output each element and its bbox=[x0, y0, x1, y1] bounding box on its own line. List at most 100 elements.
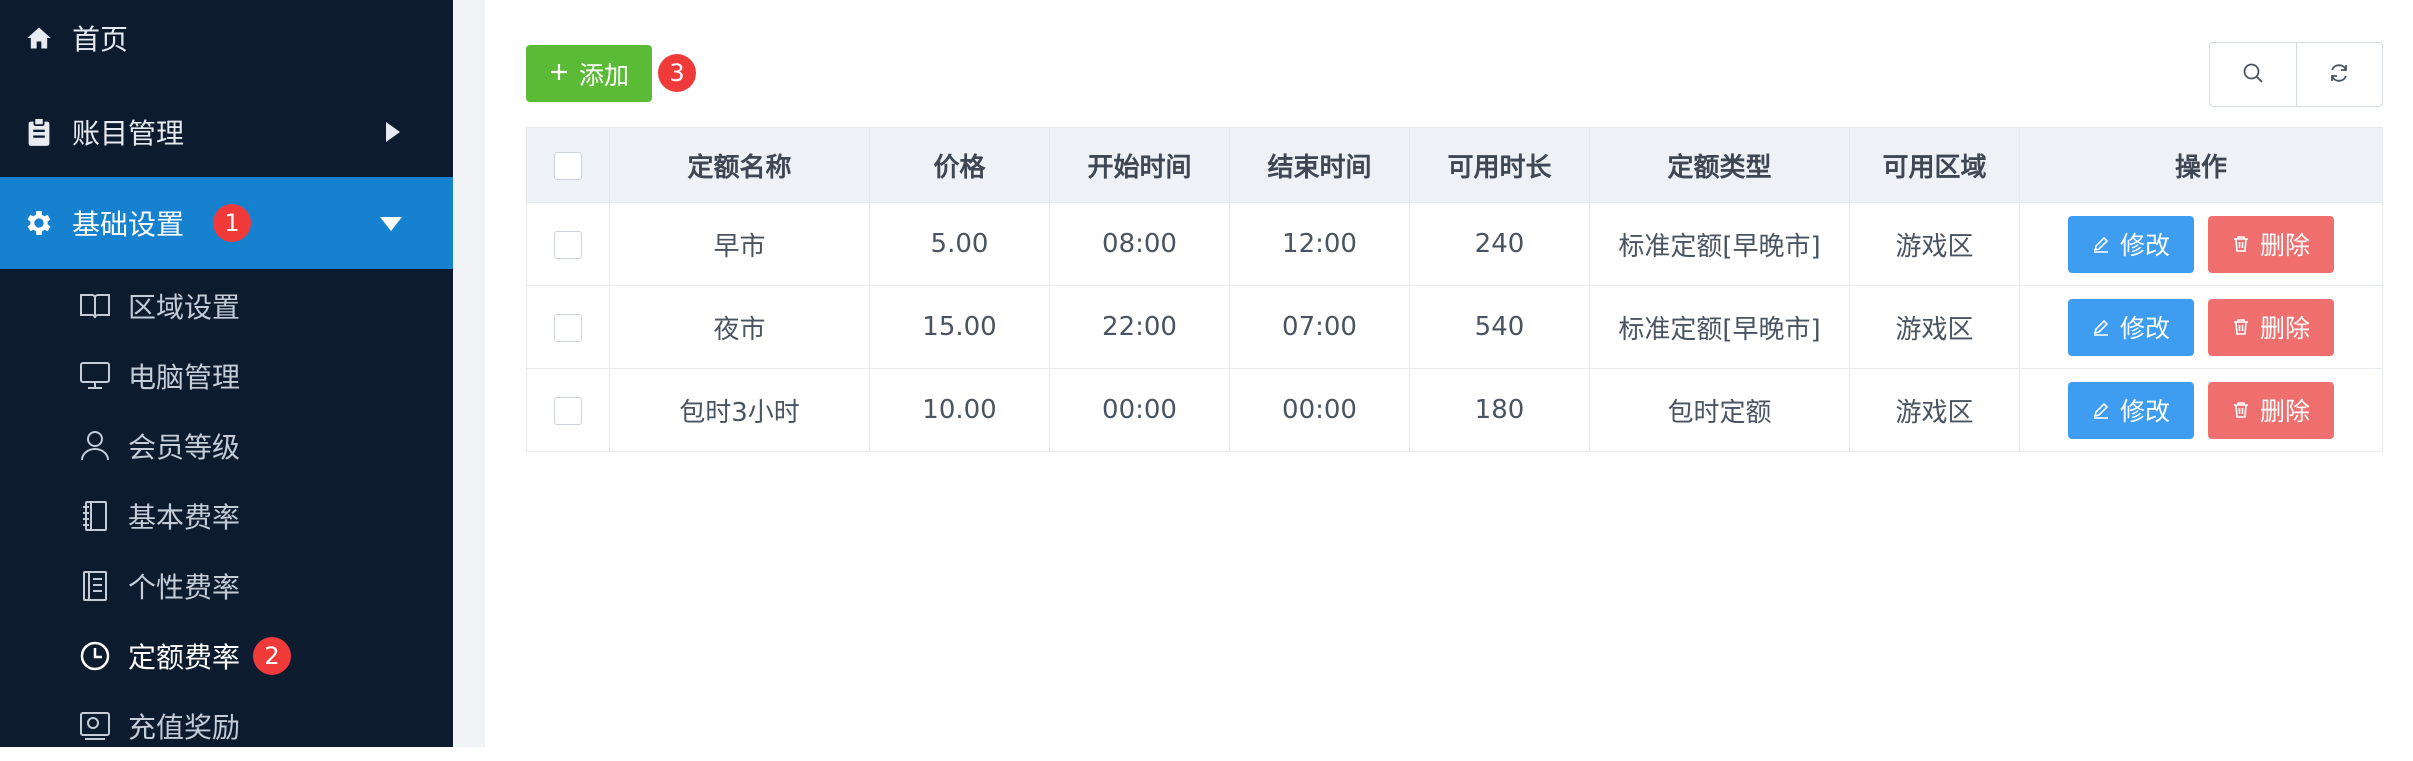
clipboard-icon bbox=[22, 115, 56, 149]
table-tools bbox=[2209, 42, 2383, 107]
delete-button-label: 删除 bbox=[2259, 397, 2310, 426]
table-cell: 标准定额[早晚市] bbox=[1589, 285, 1850, 369]
column-header[interactable]: 定额类型 bbox=[1589, 127, 1850, 203]
table-cell: 08:00 bbox=[1049, 202, 1230, 286]
column-header[interactable]: 定额名称 bbox=[609, 127, 870, 203]
notebook-icon bbox=[78, 499, 112, 533]
table-cell: 游戏区 bbox=[1849, 368, 2020, 452]
actions-cell: 修改 删除 bbox=[2019, 202, 2383, 286]
sidebar-item-label: 首页 bbox=[72, 23, 129, 56]
sidebar-subitem-recharge-reward[interactable]: 充值奖励 bbox=[0, 691, 453, 761]
row-checkbox[interactable] bbox=[554, 396, 582, 425]
home-icon bbox=[22, 21, 56, 55]
add-button-label: 添加 bbox=[578, 60, 629, 90]
trash-icon bbox=[2232, 313, 2250, 342]
table-cell: 包时定额 bbox=[1589, 368, 1850, 452]
refresh-button[interactable] bbox=[2295, 43, 2383, 106]
table-cell: 07:00 bbox=[1229, 285, 1410, 369]
row-select-cell bbox=[526, 368, 610, 452]
search-button[interactable] bbox=[2210, 43, 2296, 106]
column-header[interactable]: 价格 bbox=[869, 127, 1050, 203]
user-icon bbox=[78, 429, 112, 463]
table-cell: 180 bbox=[1409, 368, 1590, 452]
edit-button-label: 修改 bbox=[2119, 231, 2170, 260]
rate-table: 定额名称 价格 开始时间 结束时间 可用时长 定额类型 可用区域 操作 早市 5… bbox=[526, 127, 2383, 452]
table-header-row: 定额名称 价格 开始时间 结束时间 可用时长 定额类型 可用区域 操作 bbox=[526, 127, 2383, 203]
table-cell: 00:00 bbox=[1229, 368, 1410, 452]
sidebar-subitem-label: 充值奖励 bbox=[128, 711, 241, 744]
edit-button[interactable]: 修改 bbox=[2068, 215, 2194, 273]
sidebar-subitem-member-levels[interactable]: 会员等级 bbox=[0, 411, 453, 481]
table-cell: 5.00 bbox=[869, 202, 1050, 286]
plus-icon bbox=[549, 59, 569, 88]
sidebar-subitem-label: 会员等级 bbox=[128, 431, 241, 464]
edit-button[interactable]: 修改 bbox=[2068, 298, 2194, 356]
sidebar-item-accounts[interactable]: 账目管理 bbox=[0, 86, 453, 178]
row-select-cell bbox=[526, 285, 610, 369]
sidebar-subitem-label: 区域设置 bbox=[128, 291, 241, 324]
table-cell: 00:00 bbox=[1049, 368, 1230, 452]
table-cell: 240 bbox=[1409, 202, 1590, 286]
clock-icon bbox=[78, 639, 112, 673]
edit-button[interactable]: 修改 bbox=[2068, 381, 2194, 439]
sidebar-subitem-fixed-rate[interactable]: 定额费率 2 bbox=[0, 621, 453, 691]
column-header[interactable]: 可用区域 bbox=[1849, 127, 2020, 203]
sidebar: 首页 账目管理 基础设置 1 区域设置 电脑管理 会员等级 基本费率 个性费率 … bbox=[0, 0, 453, 747]
table-row: 包时3小时 10.00 00:00 00:00 180 包时定额 游戏区 修改 … bbox=[526, 368, 2383, 452]
table-cell: 游戏区 bbox=[1849, 202, 2020, 286]
sidebar-subitem-label: 定额费率 bbox=[128, 641, 241, 674]
monitor-icon bbox=[78, 359, 112, 393]
table-cell: 15.00 bbox=[869, 285, 1050, 369]
table-cell: 10.00 bbox=[869, 368, 1050, 452]
add-button[interactable]: 添加 bbox=[526, 45, 652, 102]
column-header[interactable]: 开始时间 bbox=[1049, 127, 1230, 203]
table-cell: 22:00 bbox=[1049, 285, 1230, 369]
row-checkbox[interactable] bbox=[554, 313, 582, 342]
sidebar-item-home[interactable]: 首页 bbox=[0, 0, 453, 84]
table-cell: 包时3小时 bbox=[609, 368, 870, 452]
book-icon bbox=[78, 289, 112, 323]
pencil-icon bbox=[2092, 230, 2110, 259]
sidebar-gutter bbox=[453, 0, 485, 747]
delete-button[interactable]: 删除 bbox=[2208, 381, 2334, 439]
gear-icon bbox=[22, 206, 56, 240]
sidebar-item-basic-settings[interactable]: 基础设置 1 bbox=[0, 177, 453, 269]
search-icon bbox=[2242, 62, 2264, 88]
select-all-checkbox[interactable] bbox=[554, 151, 582, 180]
table-row: 早市 5.00 08:00 12:00 240 标准定额[早晚市] 游戏区 修改… bbox=[526, 202, 2383, 286]
table-row: 夜市 15.00 22:00 07:00 540 标准定额[早晚市] 游戏区 修… bbox=[526, 285, 2383, 369]
sidebar-subitem-basic-rate[interactable]: 基本费率 bbox=[0, 481, 453, 551]
trash-icon bbox=[2232, 396, 2250, 425]
table-cell: 夜市 bbox=[609, 285, 870, 369]
table-cell: 标准定额[早晚市] bbox=[1589, 202, 1850, 286]
edit-button-label: 修改 bbox=[2119, 397, 2170, 426]
sidebar-subitem-label: 个性费率 bbox=[128, 571, 241, 604]
pencil-icon bbox=[2092, 396, 2110, 425]
delete-button[interactable]: 删除 bbox=[2208, 215, 2334, 273]
sidebar-subitem-label: 基本费率 bbox=[128, 501, 241, 534]
document-icon bbox=[78, 569, 112, 603]
select-all-cell bbox=[526, 127, 610, 203]
chevron-down-icon bbox=[380, 217, 402, 231]
actions-cell: 修改 删除 bbox=[2019, 285, 2383, 369]
column-header[interactable]: 结束时间 bbox=[1229, 127, 1410, 203]
refresh-icon bbox=[2328, 62, 2350, 88]
row-select-cell bbox=[526, 202, 610, 286]
reward-icon bbox=[78, 709, 112, 743]
sidebar-subitem-region[interactable]: 区域设置 bbox=[0, 271, 453, 341]
sidebar-item-label: 基础设置 bbox=[72, 208, 185, 241]
step-badge: 1 bbox=[213, 204, 251, 242]
step-badge: 2 bbox=[253, 637, 291, 675]
delete-button[interactable]: 删除 bbox=[2208, 298, 2334, 356]
table-cell: 游戏区 bbox=[1849, 285, 2020, 369]
sidebar-subitem-custom-rate[interactable]: 个性费率 bbox=[0, 551, 453, 621]
column-header[interactable]: 可用时长 bbox=[1409, 127, 1590, 203]
sidebar-subitem-label: 电脑管理 bbox=[128, 361, 241, 394]
row-checkbox[interactable] bbox=[554, 230, 582, 259]
chevron-right-icon bbox=[386, 122, 400, 142]
step-badge: 3 bbox=[658, 54, 696, 92]
table-cell: 12:00 bbox=[1229, 202, 1410, 286]
table-cell: 540 bbox=[1409, 285, 1590, 369]
actions-cell: 修改 删除 bbox=[2019, 368, 2383, 452]
sidebar-subitem-computers[interactable]: 电脑管理 bbox=[0, 341, 453, 411]
